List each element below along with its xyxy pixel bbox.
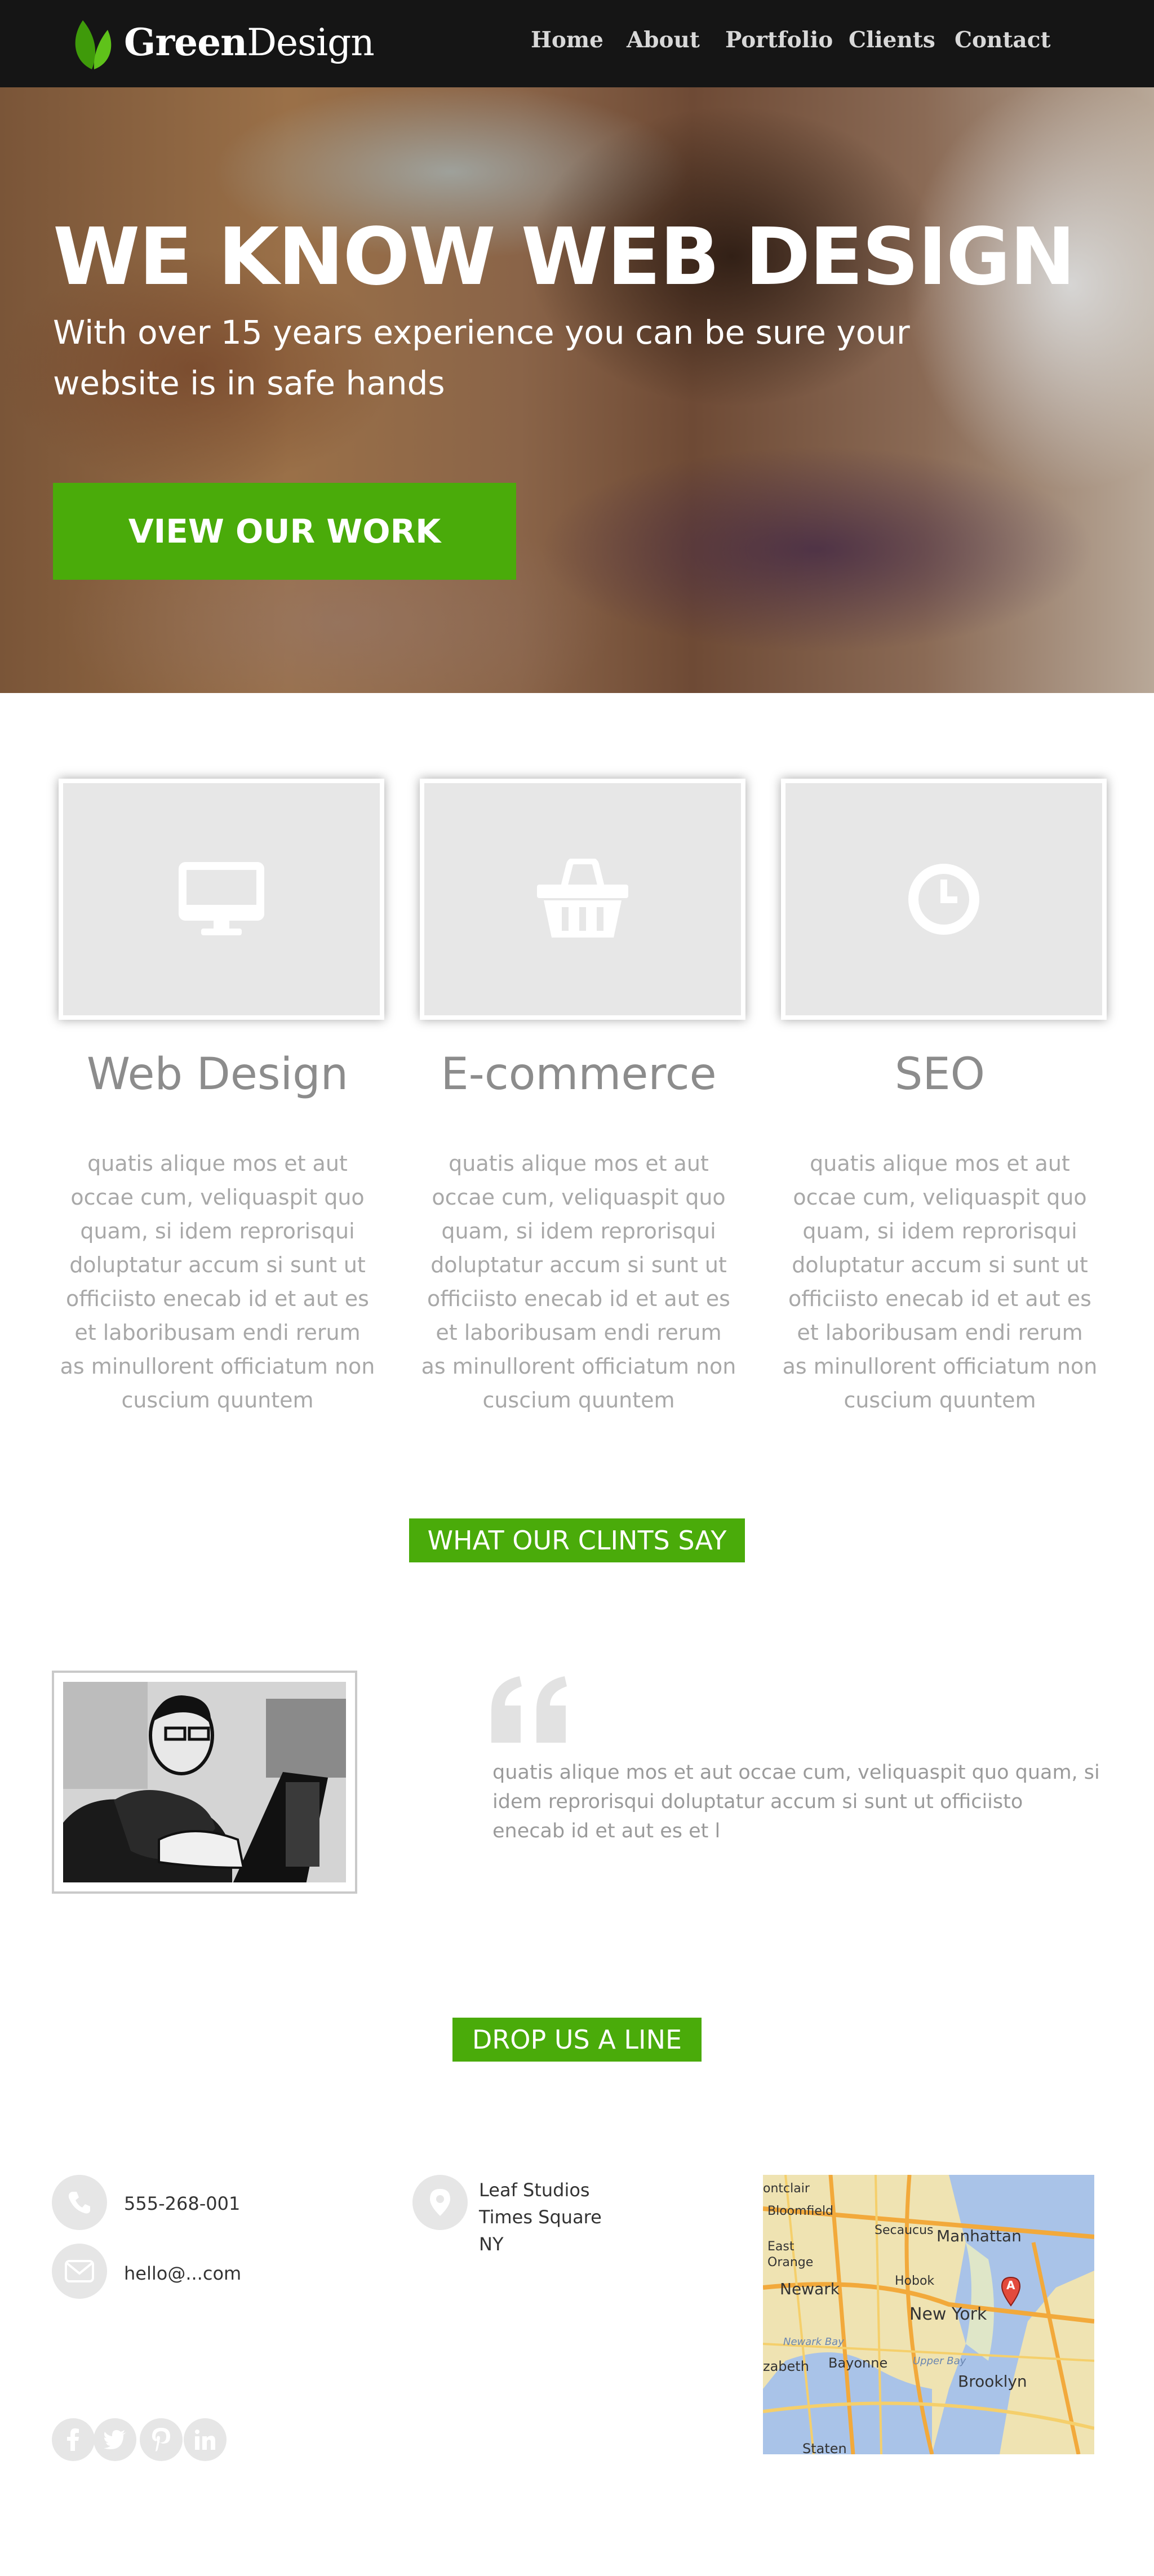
- map-label-newark: Newark: [780, 2280, 840, 2298]
- testimonials-heading: WHAT OUR CLINTS SAY: [409, 1518, 745, 1562]
- service-text-web-design: quatis alique mos et aut occae cum, veli…: [60, 1151, 375, 1413]
- pinterest-icon: [152, 2428, 170, 2451]
- hero-title: WE KNOW WEB DESIGN: [53, 211, 1076, 303]
- main-nav: Home About Portfolio Clients Contact: [0, 27, 1154, 61]
- address-line-1: Leaf Studios: [479, 2179, 590, 2201]
- contact-heading: DROP US A LINE: [452, 2018, 702, 2062]
- view-our-work-button[interactable]: VIEW OUR WORK: [53, 483, 516, 580]
- map-pin-icon: [430, 2189, 450, 2216]
- clock-icon: [908, 864, 979, 935]
- email-address[interactable]: hello@...com: [124, 2263, 241, 2284]
- map-label-hoboken: Hobok: [895, 2274, 935, 2288]
- nav-portfolio[interactable]: Portfolio: [725, 27, 833, 53]
- top-navigation-bar: GreenDesign Home About Portfolio Clients…: [0, 0, 1154, 87]
- map-label-new-york: New York: [909, 2304, 987, 2324]
- map-label-bayonne: Bayonne: [828, 2355, 888, 2371]
- phone-number[interactable]: 555-268-001: [124, 2193, 240, 2214]
- monitor-icon: [179, 862, 264, 935]
- address-line-2: Times Square: [479, 2206, 602, 2228]
- location-icon-circle: [412, 2175, 468, 2230]
- map-label-montclair: ontclair: [763, 2182, 810, 2196]
- service-card-ecommerce[interactable]: [420, 779, 745, 1020]
- twitter-icon: [104, 2430, 126, 2449]
- phone-icon-circle: [52, 2175, 107, 2230]
- facebook-icon: [67, 2428, 79, 2451]
- address-line-3: NY: [479, 2233, 504, 2255]
- service-text-seo: quatis alique mos et aut occae cum, veli…: [782, 1151, 1098, 1413]
- nav-clients[interactable]: Clients: [849, 27, 935, 53]
- nav-about[interactable]: About: [627, 27, 700, 53]
- client-person-image: [63, 1682, 346, 1882]
- service-text-ecommerce: quatis alique mos et aut occae cum, veli…: [421, 1151, 736, 1413]
- hero-subtitle: With over 15 years experience you can be…: [53, 313, 910, 402]
- linkedin-icon: [195, 2430, 215, 2450]
- service-card-seo[interactable]: [781, 779, 1107, 1020]
- quote-icon: [491, 1676, 567, 1743]
- location-map[interactable]: ontclair Bloomfield Secaucus Manhattan E…: [763, 2175, 1094, 2454]
- testimonial-quote: quatis alique mos et aut occae cum, veli…: [492, 1761, 1100, 1842]
- phone-icon: [68, 2192, 90, 2214]
- map-label-upper-bay: Upper Bay: [913, 2355, 966, 2367]
- service-card-web-design[interactable]: [59, 779, 384, 1020]
- map-marker-label: A: [1006, 2279, 1015, 2292]
- email-icon-circle: [52, 2244, 107, 2299]
- map-label-secaucus: Secaucus: [875, 2223, 934, 2237]
- map-label-elizabeth: zabeth: [763, 2359, 809, 2374]
- twitter-button[interactable]: [94, 2418, 136, 2461]
- map-label-east-orange: East Orange: [767, 2240, 814, 2269]
- basket-icon: [537, 859, 628, 938]
- map-label-manhattan: Manhattan: [936, 2227, 1022, 2245]
- hero-banner: WE KNOW WEB DESIGN With over 15 years ex…: [0, 87, 1154, 693]
- linkedin-button[interactable]: [184, 2418, 227, 2461]
- client-photo: [52, 1671, 357, 1894]
- nav-home[interactable]: Home: [531, 27, 603, 53]
- map-label-staten: Staten: [802, 2441, 847, 2454]
- service-title-web-design: Web Design: [86, 1049, 349, 1100]
- service-title-ecommerce: E-commerce: [441, 1049, 717, 1100]
- map-label-brooklyn: Brooklyn: [958, 2372, 1027, 2391]
- nav-contact[interactable]: Contact: [955, 27, 1050, 53]
- pinterest-button[interactable]: [140, 2418, 183, 2461]
- map-label-bloomfield: Bloomfield: [767, 2204, 834, 2218]
- facebook-button[interactable]: [52, 2418, 95, 2461]
- map-label-newark-bay: Newark Bay: [783, 2336, 844, 2348]
- service-title-seo: SEO: [894, 1049, 986, 1100]
- envelope-icon: [65, 2260, 94, 2282]
